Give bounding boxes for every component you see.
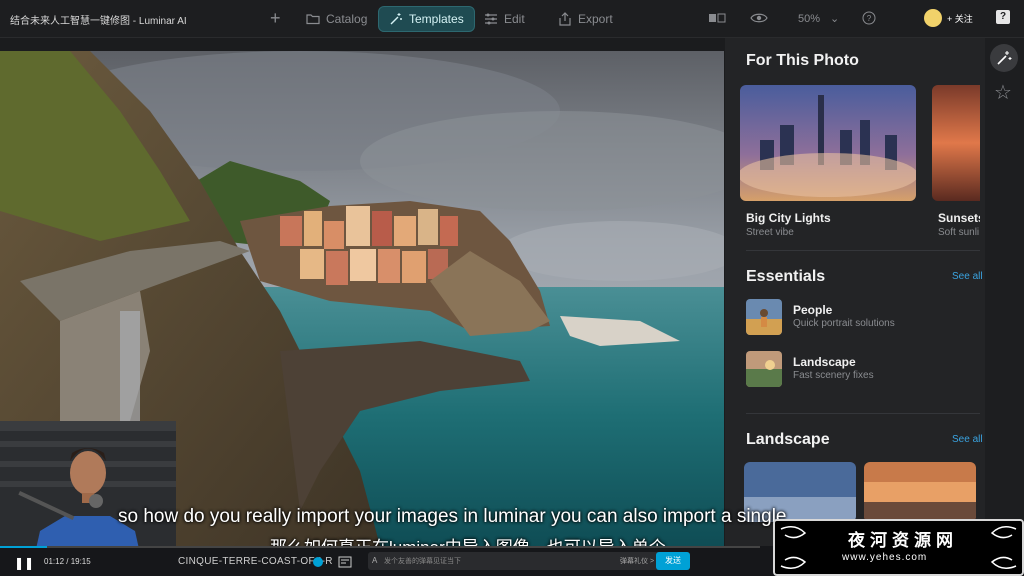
people-thumbnail[interactable] — [746, 299, 782, 335]
for-this-photo-heading: For This Photo — [746, 52, 859, 69]
essentials-item-title[interactable]: Landscape — [793, 355, 856, 369]
image-filename: CINQUE-TERRE-COAST-OF-I-R — [178, 556, 333, 567]
landscape-see-all-link[interactable]: See all — [952, 434, 983, 445]
zoom-value: 50% — [798, 13, 821, 25]
export-icon — [559, 12, 571, 26]
chevron-down-icon: ⌄ — [830, 13, 840, 25]
zoom-level[interactable]: 50% ⌄ — [798, 12, 839, 25]
danmaku-toggle-icon[interactable] — [312, 556, 324, 568]
send-button[interactable]: 发送 — [656, 552, 690, 570]
panel-side-icons: ☆ — [985, 38, 1024, 546]
divider — [746, 250, 980, 251]
tab-catalog-label: Catalog — [326, 12, 368, 26]
danmaku-settings-icon[interactable] — [338, 556, 352, 568]
sliders-icon — [485, 13, 497, 25]
add-icon[interactable]: + — [270, 8, 281, 29]
card-subtitle: Soft sunli — [938, 227, 980, 238]
danmaku-placeholder: 发个友善的弹幕见证当下 — [384, 558, 461, 565]
tab-templates-label: Templates — [409, 12, 464, 26]
landscape-thumbnail[interactable] — [746, 351, 782, 387]
card-title: Sunsets — [938, 211, 980, 225]
landscape-template-card[interactable] — [864, 462, 976, 522]
essentials-see-all-link[interactable]: See all — [952, 271, 983, 282]
tab-edit-label: Edit — [504, 12, 525, 26]
essentials-item-subtitle: Fast scenery fixes — [793, 370, 874, 381]
tab-templates[interactable]: Templates — [378, 6, 475, 32]
landscape-heading: Landscape — [746, 431, 830, 448]
follow-button[interactable]: + 关注 — [947, 12, 973, 25]
essentials-item-subtitle: Quick portrait solutions — [793, 318, 895, 329]
window-title: 结合未来人工智慧一键修图 - Luminar AI — [10, 16, 187, 27]
big-city-lights-thumbnail — [740, 85, 916, 201]
landscape-thumbnail-image — [746, 351, 782, 387]
danmaku-etiquette-link[interactable]: 弹幕礼仪 > — [620, 556, 654, 566]
playback-time: 01:12 / 19:15 — [44, 557, 91, 566]
tab-export[interactable]: Export — [548, 6, 623, 32]
folder-icon — [306, 14, 320, 25]
progress-bar[interactable] — [0, 546, 760, 548]
eye-icon[interactable] — [750, 11, 768, 25]
tab-edit[interactable]: Edit — [474, 6, 535, 32]
danmaku-a-icon[interactable]: A — [372, 556, 377, 565]
tab-catalog[interactable]: Catalog — [296, 6, 377, 32]
card-subtitle: Street vibe — [746, 227, 794, 238]
magic-wand-icon — [390, 13, 402, 25]
avatar[interactable] — [924, 9, 942, 27]
landscape-card-thumbnail — [864, 462, 976, 522]
progress-fill — [0, 546, 48, 548]
essentials-heading: Essentials — [746, 268, 826, 285]
svg-text:?: ? — [867, 14, 872, 23]
card-title: Big City Lights — [746, 211, 831, 225]
sunsets-thumbnail — [932, 85, 980, 201]
top-toolbar: 结合未来人工智慧一键修图 - Luminar AI + Catalog Temp… — [0, 0, 1024, 38]
subtitle-english: so how do you really import your images … — [118, 506, 787, 527]
help-circle-icon[interactable]: ? — [862, 11, 876, 25]
watermark-name: 夜河资源网 — [848, 531, 958, 550]
tab-export-label: Export — [578, 12, 613, 26]
star-icon[interactable]: ☆ — [994, 80, 1012, 105]
divider — [746, 413, 980, 414]
template-card-big-city-lights[interactable] — [740, 85, 916, 201]
watermark-url: www.yehes.com — [842, 552, 928, 563]
template-card-sunsets[interactable] — [932, 85, 980, 201]
people-thumbnail-image — [746, 299, 782, 335]
magic-wand-icon[interactable] — [990, 44, 1018, 72]
compare-icon[interactable] — [708, 11, 726, 25]
essentials-item-title[interactable]: People — [793, 303, 832, 317]
feedback-icon[interactable]: ? — [996, 10, 1010, 24]
pause-icon[interactable]: ❚❚ — [14, 556, 34, 570]
